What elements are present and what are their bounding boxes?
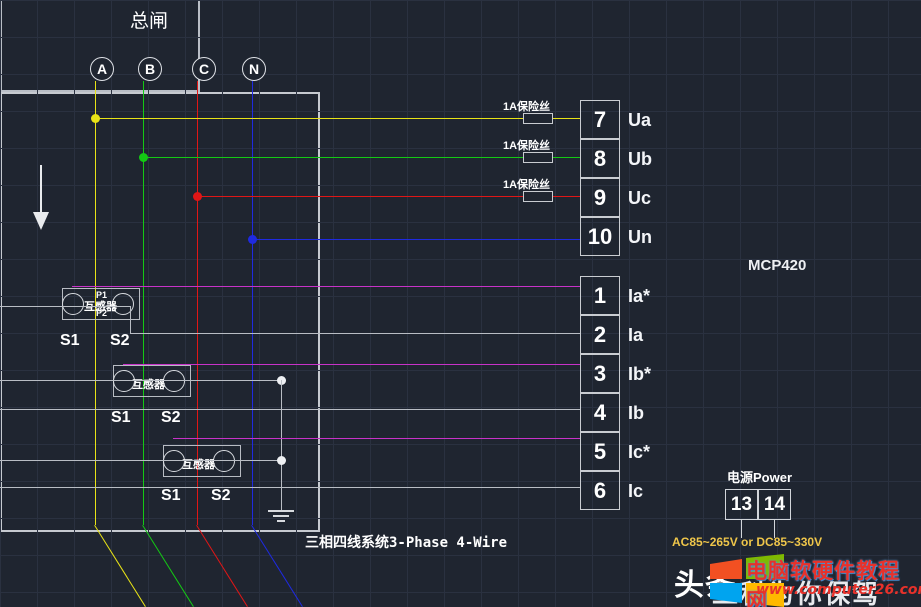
ib-return-wire-upper bbox=[0, 380, 281, 381]
ct-b-name: 互感器 bbox=[132, 379, 165, 391]
current-flow-arrow-shaft bbox=[40, 165, 42, 215]
ct-a-s1-core-icon bbox=[62, 293, 84, 315]
ua-junction-dot bbox=[91, 114, 100, 123]
phase-c-diagonal-wire bbox=[196, 525, 248, 607]
breaker-terminal-n[interactable]: N bbox=[242, 57, 266, 81]
ua-voltage-wire bbox=[95, 118, 580, 119]
meter-outline bbox=[0, 92, 320, 532]
neutral-diagonal-wire bbox=[251, 525, 303, 607]
terminal-5[interactable]: 5 bbox=[580, 432, 620, 471]
terminal-6[interactable]: 6 bbox=[580, 471, 620, 510]
terminal-4-name: Ib bbox=[628, 403, 644, 423]
ct-b-s1-label: S1 bbox=[111, 409, 131, 426]
uc-junction-dot bbox=[193, 192, 202, 201]
ground-symbol-bar-3 bbox=[277, 520, 285, 522]
ct-c-s2-core-icon bbox=[213, 450, 235, 472]
ia-return-wire-drop bbox=[130, 306, 131, 334]
fuse-phase-c bbox=[523, 191, 553, 202]
ib-star-wire bbox=[123, 364, 580, 365]
un-junction-dot bbox=[248, 235, 257, 244]
main-breaker-title: 总闸 bbox=[130, 11, 169, 32]
ct-a-s1-label: S1 bbox=[60, 332, 80, 349]
terminal-10[interactable]: 10 bbox=[580, 217, 620, 256]
terminal-1[interactable]: 1 bbox=[580, 276, 620, 315]
fuse-phase-b bbox=[523, 152, 553, 163]
ia-star-wire bbox=[72, 286, 580, 287]
terminal-13[interactable]: 13 bbox=[725, 489, 758, 520]
ct-c-s2-label: S2 bbox=[211, 487, 231, 504]
ct-a-s2-label: S2 bbox=[110, 332, 130, 349]
ct-a-p2-label: P2 bbox=[96, 308, 108, 318]
fuse-phase-a-label: 1A保险丝 bbox=[503, 101, 551, 113]
ub-junction-dot bbox=[139, 153, 148, 162]
ct-b-s2-core-icon bbox=[163, 370, 185, 392]
phase-a-diagonal-wire bbox=[94, 525, 146, 607]
breaker-terminal-b[interactable]: B bbox=[138, 57, 162, 81]
ct-b-s2-label: S2 bbox=[161, 409, 181, 426]
watermark-site-text: 电脑软硬件教程网 bbox=[746, 560, 900, 607]
fuse-phase-a bbox=[523, 113, 553, 124]
breaker-terminal-c[interactable]: C bbox=[192, 57, 216, 81]
terminal-1-name: Ia* bbox=[628, 286, 651, 306]
ct-c-s1-label: S1 bbox=[161, 487, 181, 504]
ib-return-drop bbox=[281, 380, 282, 510]
ic-star-wire bbox=[173, 438, 580, 439]
terminal-9[interactable]: 9 bbox=[580, 178, 620, 217]
terminal-3-name: Ib* bbox=[628, 364, 652, 384]
terminal-9-name: Uc bbox=[628, 188, 652, 208]
phase-b-vertical-wire bbox=[143, 81, 144, 525]
terminal-8-name: Ub bbox=[628, 149, 652, 169]
ct-c-name: 互感器 bbox=[182, 459, 215, 471]
current-flow-arrow-icon bbox=[33, 212, 49, 230]
terminal-14[interactable]: 14 bbox=[758, 489, 791, 520]
terminal-8[interactable]: 8 bbox=[580, 139, 620, 178]
terminal-4[interactable]: 4 bbox=[580, 393, 620, 432]
power-supply-rating: AC85~265V or DC85~330V bbox=[672, 535, 823, 549]
ic-return-junction-dot bbox=[277, 456, 286, 465]
terminal-3[interactable]: 3 bbox=[580, 354, 620, 393]
terminal-10-name: Un bbox=[628, 227, 652, 247]
ub-voltage-wire bbox=[143, 157, 580, 158]
terminal-7[interactable]: 7 bbox=[580, 100, 620, 139]
terminal-2[interactable]: 2 bbox=[580, 315, 620, 354]
power-supply-title: 电源Power bbox=[727, 470, 793, 485]
breaker-terminal-a[interactable]: A bbox=[90, 57, 114, 81]
terminal-7-name: Ua bbox=[628, 110, 652, 130]
diagram-caption: 三相四线系统3-Phase 4-Wire bbox=[305, 535, 508, 551]
ib-return-wire bbox=[0, 409, 580, 410]
terminal-5-name: Ic* bbox=[628, 442, 651, 462]
ic-return-wire-upper bbox=[0, 460, 281, 461]
fuse-phase-b-label: 1A保险丝 bbox=[503, 140, 551, 152]
un-voltage-wire bbox=[252, 239, 580, 240]
fuse-phase-c-label: 1A保险丝 bbox=[503, 179, 551, 191]
ground-symbol-bar-1 bbox=[268, 510, 294, 512]
cad-wiring-diagram-canvas: 总闸 A B C N 1A保险丝 1A保险丝 1A保险丝 互感器 P1 P2 S… bbox=[0, 0, 921, 607]
ic-return-wire bbox=[0, 487, 580, 488]
watermark-url-text: www.computer26.com bbox=[756, 582, 921, 598]
terminal-6-name: Ic bbox=[628, 481, 644, 501]
ct-a-p1-label: P1 bbox=[96, 290, 108, 300]
ground-symbol-bar-2 bbox=[273, 515, 289, 517]
watermark-overlay: 头条 工科为你保驾 电脑软硬件教程网 www.computer26.com bbox=[660, 552, 921, 607]
terminal-2-name: Ia bbox=[628, 325, 644, 345]
ia-return-wire bbox=[130, 333, 580, 334]
ia-return-wire-upper bbox=[0, 306, 130, 307]
meter-model-label: MCP420 bbox=[748, 257, 807, 274]
phase-b-diagonal-wire bbox=[142, 525, 194, 607]
neutral-vertical-wire bbox=[252, 81, 253, 525]
